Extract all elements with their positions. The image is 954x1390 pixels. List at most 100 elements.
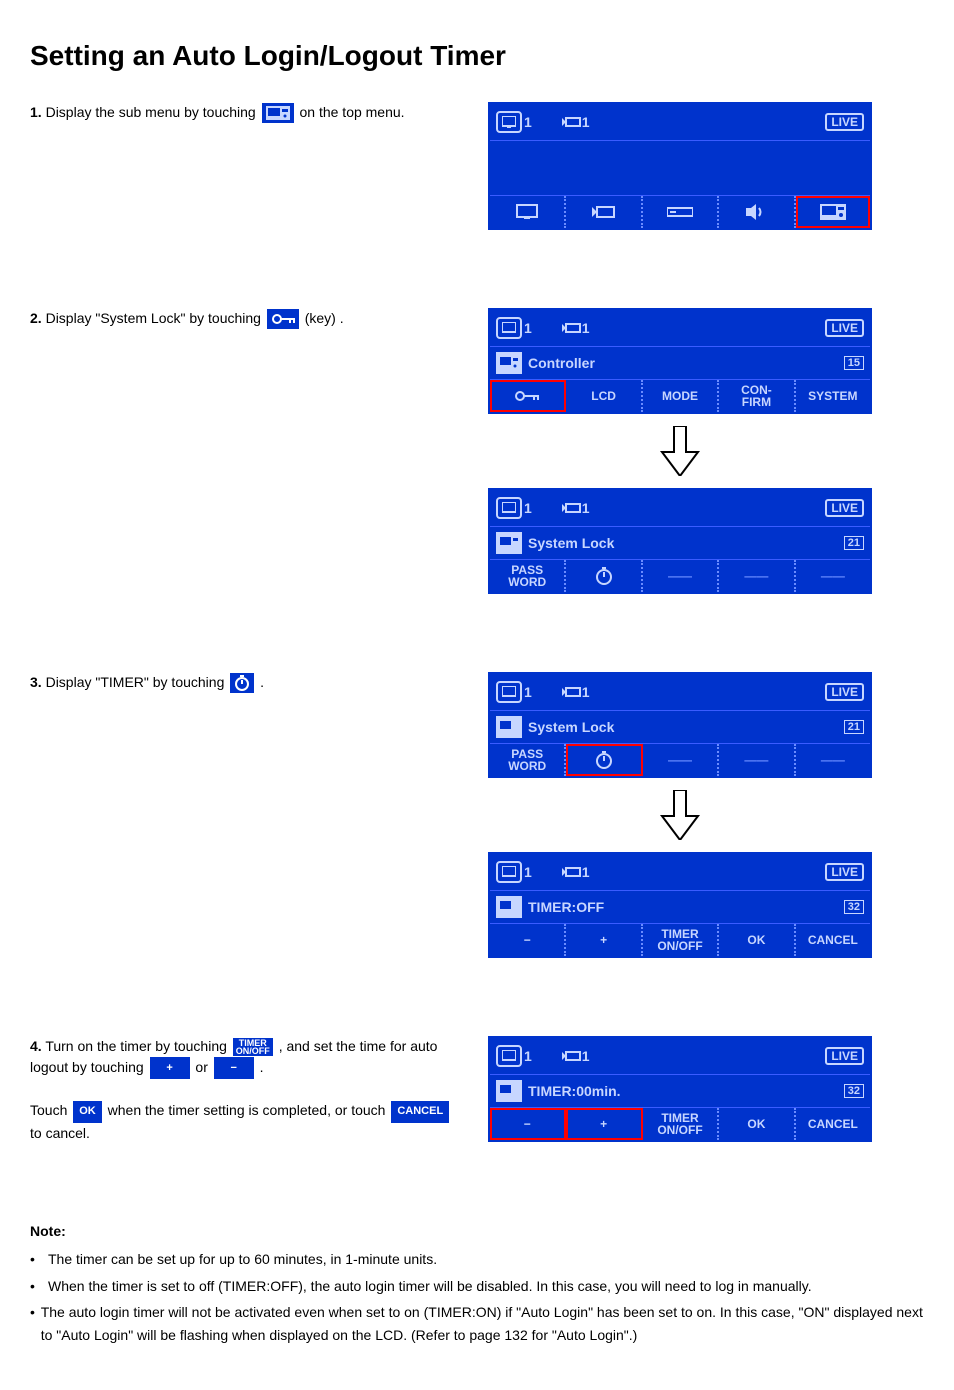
ok-button[interactable]: OK xyxy=(73,1101,102,1123)
step-number-3: 3. xyxy=(30,674,42,690)
page-number: 21 xyxy=(844,536,864,550)
timer-onoff-button[interactable]: TIMERON/OFF xyxy=(233,1038,273,1056)
camera-icon xyxy=(562,322,582,334)
timer-onoff-button[interactable]: TIMER ON/OFF xyxy=(643,1108,719,1140)
notes-section: Note: •The timer can be set up for up to… xyxy=(30,1220,924,1346)
note-heading: Note: xyxy=(30,1220,924,1242)
lcd-screen-3b: 1 1 LIVE TIMER:OFF 32 − + TIMER ON/OFF O… xyxy=(488,852,872,958)
monitor-icon xyxy=(502,1050,516,1062)
timer-icon xyxy=(594,566,614,586)
camera-icon xyxy=(562,1050,582,1062)
timer-icon xyxy=(234,675,250,691)
controller-icon xyxy=(496,716,522,738)
monitor-icon xyxy=(502,866,516,878)
ok-button[interactable]: OK xyxy=(719,1108,795,1140)
note-3: The auto login timer will not be activat… xyxy=(41,1301,924,1346)
page-number: 15 xyxy=(844,356,864,370)
step4-text-1a: Turn on the timer by touching xyxy=(45,1038,230,1054)
speaker-icon xyxy=(746,204,766,220)
step4-text-1d: . xyxy=(260,1059,264,1075)
camera-icon xyxy=(592,205,616,219)
lcd-screen-3a: 1 1 LIVE System Lock 21 PASS WORD —— —— … xyxy=(488,672,872,778)
camera-icon xyxy=(562,116,582,128)
empty-cell: —— xyxy=(719,744,795,776)
monitor-icon xyxy=(502,322,516,334)
lcd-screen-2b: 1 1 LIVE System Lock 21 PASS WORD —— —— … xyxy=(488,488,872,594)
tab-confirm[interactable]: CON- FIRM xyxy=(719,380,795,412)
step4-text-2a: Touch xyxy=(30,1102,71,1118)
step2-text-b: . xyxy=(340,310,344,326)
step2-hint: (key) xyxy=(305,310,336,326)
recorder-icon xyxy=(667,206,693,218)
empty-cell: —— xyxy=(643,744,719,776)
note-1: The timer can be set up for up to 60 min… xyxy=(48,1248,437,1270)
step3-text-b: . xyxy=(260,674,264,690)
monitor-num: 1 xyxy=(524,114,532,130)
controller-icon xyxy=(496,1080,522,1102)
plus-button[interactable]: + xyxy=(566,924,642,956)
controller-icon xyxy=(496,352,522,374)
tab-password[interactable]: PASS WORD xyxy=(490,560,566,592)
step-number-1: 1. xyxy=(30,104,42,120)
tab-mode[interactable]: MODE xyxy=(643,380,719,412)
timer-00-label: TIMER:00min. xyxy=(528,1083,621,1099)
camera-icon xyxy=(562,866,582,878)
tab-speaker[interactable] xyxy=(719,196,795,228)
tab-password[interactable]: PASS WORD xyxy=(490,744,566,776)
controller-icon-button[interactable] xyxy=(262,103,294,123)
controller-icon xyxy=(496,532,522,554)
tab-system[interactable]: SYSTEM xyxy=(796,380,870,412)
note-2: When the timer is set to off (TIMER:OFF)… xyxy=(48,1275,812,1297)
camera-icon xyxy=(562,502,582,514)
plus-button[interactable]: + xyxy=(150,1057,190,1079)
tab-lcd[interactable]: LCD xyxy=(566,380,642,412)
cancel-button[interactable]: CANCEL xyxy=(796,924,870,956)
timer-onoff-button[interactable]: TIMER ON/OFF xyxy=(643,924,719,956)
tab-camera[interactable] xyxy=(566,196,642,228)
tab-monitor[interactable] xyxy=(490,196,566,228)
controller-icon xyxy=(496,896,522,918)
tab-timer-icon[interactable] xyxy=(566,560,642,592)
tab-controller[interactable] xyxy=(796,196,870,228)
empty-cell: —— xyxy=(719,560,795,592)
step-number-4: 4. xyxy=(30,1038,42,1054)
empty-cell: —— xyxy=(643,560,719,592)
empty-cell: —— xyxy=(796,744,870,776)
tab-recorder[interactable] xyxy=(643,196,719,228)
page-title: Setting an Auto Login/Logout Timer xyxy=(30,40,924,72)
key-icon xyxy=(514,389,540,403)
step4-text-2c: to cancel. xyxy=(30,1125,90,1141)
ok-button[interactable]: OK xyxy=(719,924,795,956)
arrow-down-icon xyxy=(660,426,700,476)
step3-text-a: Display "TIMER" by touching xyxy=(46,674,229,690)
minus-button[interactable]: − xyxy=(490,1108,566,1140)
controller-icon xyxy=(820,204,846,220)
monitor-icon xyxy=(502,116,516,128)
syslock-title: System Lock xyxy=(528,535,614,551)
live-badge: LIVE xyxy=(825,113,864,131)
monitor-icon xyxy=(516,204,538,220)
step1-text-b: on the top menu. xyxy=(299,104,404,120)
plus-button[interactable]: + xyxy=(566,1108,642,1140)
tab-key[interactable] xyxy=(490,380,566,412)
timer-icon-button[interactable] xyxy=(230,673,254,693)
step4-text-2b: when the timer setting is completed, or … xyxy=(108,1102,390,1118)
tab-timer-icon[interactable] xyxy=(566,744,642,776)
key-icon-button[interactable] xyxy=(267,309,299,329)
minus-button[interactable]: − xyxy=(490,924,566,956)
controller-icon xyxy=(266,106,290,120)
key-icon xyxy=(271,313,295,325)
controller-title: Controller xyxy=(528,355,595,371)
minus-button[interactable]: − xyxy=(214,1057,254,1079)
lcd-screen-2a: 1 1 LIVE Controller 15 LCD MODE CON- FIR… xyxy=(488,308,872,414)
timer-icon xyxy=(594,750,614,770)
monitor-icon xyxy=(502,502,516,514)
cancel-button[interactable]: CANCEL xyxy=(391,1101,449,1123)
step-number-2: 2. xyxy=(30,310,42,326)
arrow-down-icon xyxy=(660,790,700,840)
step1-text-a: Display the sub menu by touching xyxy=(46,104,260,120)
empty-cell: —— xyxy=(796,560,870,592)
step4-text-1c: or xyxy=(195,1059,211,1075)
timer-off-label: TIMER:OFF xyxy=(528,899,604,915)
cancel-button[interactable]: CANCEL xyxy=(796,1108,870,1140)
